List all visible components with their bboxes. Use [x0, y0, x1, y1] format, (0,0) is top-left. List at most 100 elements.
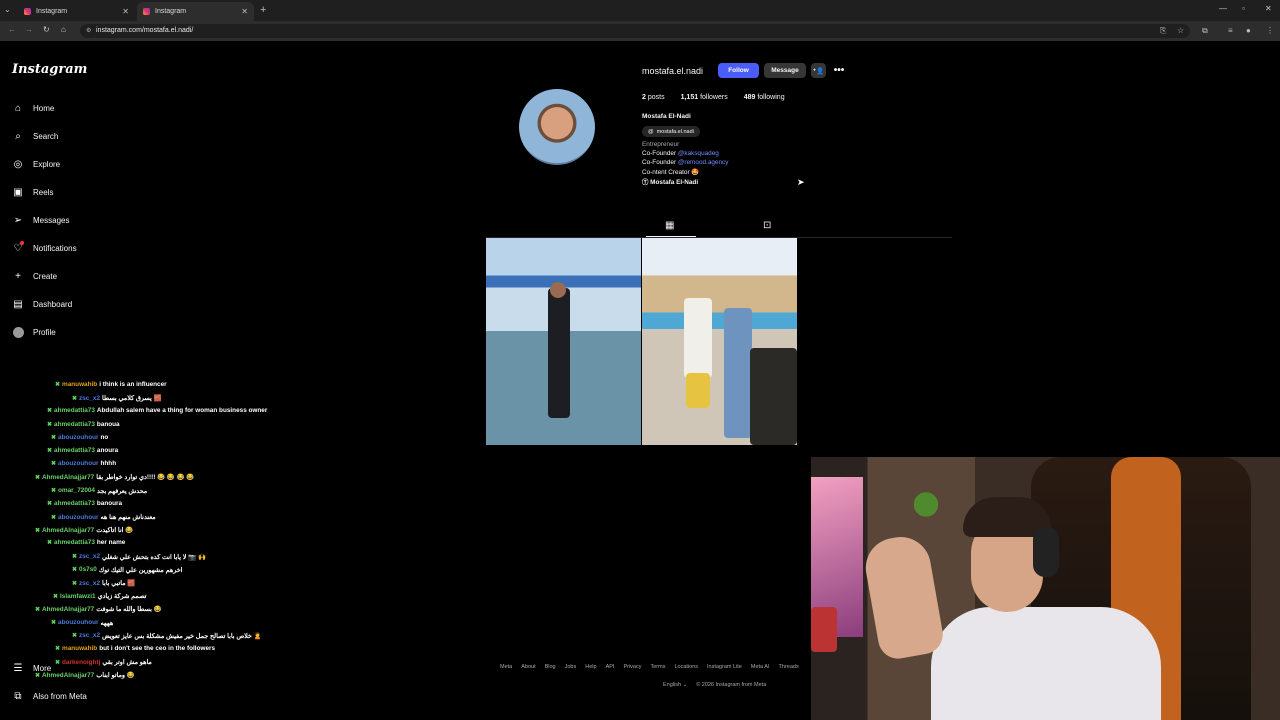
forward-icon[interactable]: → [25, 25, 33, 34]
grid-posts-icon[interactable]: ▦ [665, 220, 674, 231]
suggested-users-icon[interactable]: ⁺👤 [811, 63, 826, 78]
sidebar-item-explore[interactable]: ◎ Explore [12, 156, 61, 172]
sidebar-item-reels[interactable]: ▣ Reels [12, 184, 53, 200]
footer-link[interactable]: API [606, 664, 615, 670]
chat-text: banoura [96, 499, 123, 507]
chat-badge-icon: ✖ [35, 606, 41, 613]
chat-text: دي توارد خواطر بقا!!!! 😂 😂 😂 😂 [96, 474, 195, 482]
threads-badge[interactable]: @ mostafa.el.nadi [642, 126, 700, 137]
extensions-icon[interactable]: ⧉ [1202, 26, 1208, 36]
minimize-icon[interactable]: — [1219, 4, 1227, 13]
instagram-favicon-icon [24, 8, 31, 15]
chat-text: Abdullah salem have a thing for woman bu… [96, 407, 268, 415]
chat-message: ✖ manuwahib i think is an influencer [55, 381, 167, 388]
install-app-icon[interactable]: ⎘ [1160, 26, 1166, 36]
chat-text: anoura [96, 447, 119, 454]
cup [811, 607, 837, 652]
sidebar-item-dashboard[interactable]: ▤ Dashboard [12, 296, 72, 312]
chat-message: ✖ AhmedAlnajjar77 دي توارد خواطر بقا!!!! 😂… [35, 473, 195, 482]
chat-username: 0s7s0 [79, 566, 97, 574]
follow-button[interactable]: Follow [718, 63, 759, 78]
sidebar-item-search[interactable]: ⌕ Search [12, 128, 58, 144]
chat-badge-icon: ✖ [51, 434, 57, 441]
chat-username: abouzouhour [58, 460, 99, 468]
dashboard-icon: ▤ [13, 298, 23, 310]
post-thumbnail[interactable] [486, 238, 641, 445]
bio-mention-link[interactable]: @remood.agency [678, 159, 729, 166]
plant [906, 482, 946, 527]
chat-badge-icon: ✖ [35, 474, 41, 481]
profile-picture[interactable] [519, 89, 595, 165]
sidebar-item-notifications[interactable]: ♡ Notifications [12, 240, 77, 256]
tagged-posts-icon[interactable]: ⊡ [763, 220, 771, 231]
reload-icon[interactable]: ↻ [43, 25, 50, 34]
bookmark-star-icon[interactable]: ☆ [1177, 26, 1184, 35]
footer-link[interactable]: Jobs [565, 664, 577, 670]
tab-search-icon[interactable]: ⌄ [4, 5, 11, 14]
chat-badge-icon: ✖ [51, 488, 57, 495]
bio-line[interactable]: Ⓣ Mostafa El-Nadi [642, 177, 698, 186]
chat-message: ✖ ahmedattia73 Abdullah salem have a thing… [47, 407, 267, 414]
following-count[interactable]: 489 following [744, 94, 785, 101]
threads-icon: @ [648, 128, 654, 135]
browser-tab-2[interactable]: Instagram ✕ [137, 2, 254, 21]
person-head [550, 282, 566, 298]
close-tab-icon[interactable]: ✕ [241, 7, 248, 16]
chat-username: zsc_x2 [79, 632, 100, 640]
back-icon[interactable]: ← [8, 25, 16, 34]
close-tab-icon[interactable]: ✕ [122, 7, 129, 16]
footer-link[interactable]: Locations [674, 664, 698, 670]
message-button[interactable]: Message [764, 63, 806, 78]
chat-message: ✖ AhmedAlnajjar77 انا اتاكيدت 😂 [35, 526, 133, 535]
chat-badge-icon: ✖ [47, 500, 53, 507]
home-icon: ⌂ [14, 102, 22, 114]
heart-icon: ♡ [13, 241, 24, 254]
footer-link[interactable]: Blog [545, 664, 556, 670]
footer-link[interactable]: About [521, 664, 535, 670]
address-bar[interactable]: ⚙ instagram.com/mostafa.el.nadi/ [80, 24, 1190, 38]
new-tab-icon[interactable]: + [260, 4, 266, 16]
chat-message: ✖ abouzouhour هههه [51, 619, 113, 627]
footer-link[interactable]: Meta AI [751, 664, 770, 670]
home-page-icon[interactable]: ⌂ [61, 25, 66, 34]
post-thumbnail[interactable] [642, 238, 797, 445]
restore-icon[interactable]: ▫ [1242, 4, 1245, 13]
media-icon[interactable]: ≡ [1228, 26, 1233, 35]
sidebar-item-messages[interactable]: ➢ Messages [12, 212, 70, 228]
chat-text: لا يابا انت كده بتحش علي شغلي 📷 🙌 [102, 553, 206, 561]
language-select[interactable]: English ⌄ [663, 682, 687, 688]
bio-line: Co-Founder @remood.agency [642, 159, 729, 166]
browser-menu-icon[interactable]: ⋮ [1266, 26, 1274, 35]
bio-line: Co-Founder @kaksquadeg [642, 150, 719, 157]
notification-dot [20, 241, 24, 245]
streamer-hoodie [931, 607, 1161, 720]
footer-link[interactable]: Instagram Lite [707, 664, 742, 670]
chat-badge-icon: ✖ [72, 395, 78, 402]
followers-count[interactable]: 1,151 followers [681, 94, 728, 101]
site-info-icon[interactable]: ⚙ [86, 24, 91, 38]
footer-link[interactable]: Help [585, 664, 596, 670]
sidebar-item-create[interactable]: + Create [12, 268, 57, 284]
profile-full-name: Mostafa El-Nadi [642, 113, 691, 120]
chat-message: ✖ ahmedattia73 banoua [47, 421, 120, 428]
person-figure [686, 373, 710, 408]
instagram-logo[interactable]: Instagram [12, 62, 87, 77]
sidebar-item-home[interactable]: ⌂ Home [12, 100, 54, 116]
chat-username: AhmedAlnajjar77 [42, 671, 95, 679]
compass-icon: ◎ [13, 158, 23, 170]
chat-username: zsc_x2 [79, 579, 100, 587]
bio-mention-link[interactable]: @kaksquadeg [678, 150, 719, 157]
person-figure [684, 298, 712, 378]
close-window-icon[interactable]: ✕ [1265, 4, 1272, 13]
footer-link[interactable]: Threads [779, 664, 799, 670]
footer-link[interactable]: Privacy [623, 664, 641, 670]
footer-link[interactable]: Terms [650, 664, 665, 670]
footer-link[interactable]: Meta [500, 664, 512, 670]
browser-profile-icon[interactable]: ● [1246, 26, 1251, 35]
sidebar-item-profile[interactable]: Profile [12, 324, 56, 340]
address-toolbar: ← → ↻ ⌂ ⚙ instagram.com/mostafa.el.nadi/… [0, 21, 1280, 41]
chat-text: وماتو ابناب 😂 [96, 672, 135, 680]
sidebar-item-also-from-meta[interactable]: ⧉ Also from Meta [12, 688, 86, 704]
more-options-icon[interactable]: ••• [832, 63, 846, 78]
browser-tab-1[interactable]: Instagram ✕ [18, 2, 135, 21]
